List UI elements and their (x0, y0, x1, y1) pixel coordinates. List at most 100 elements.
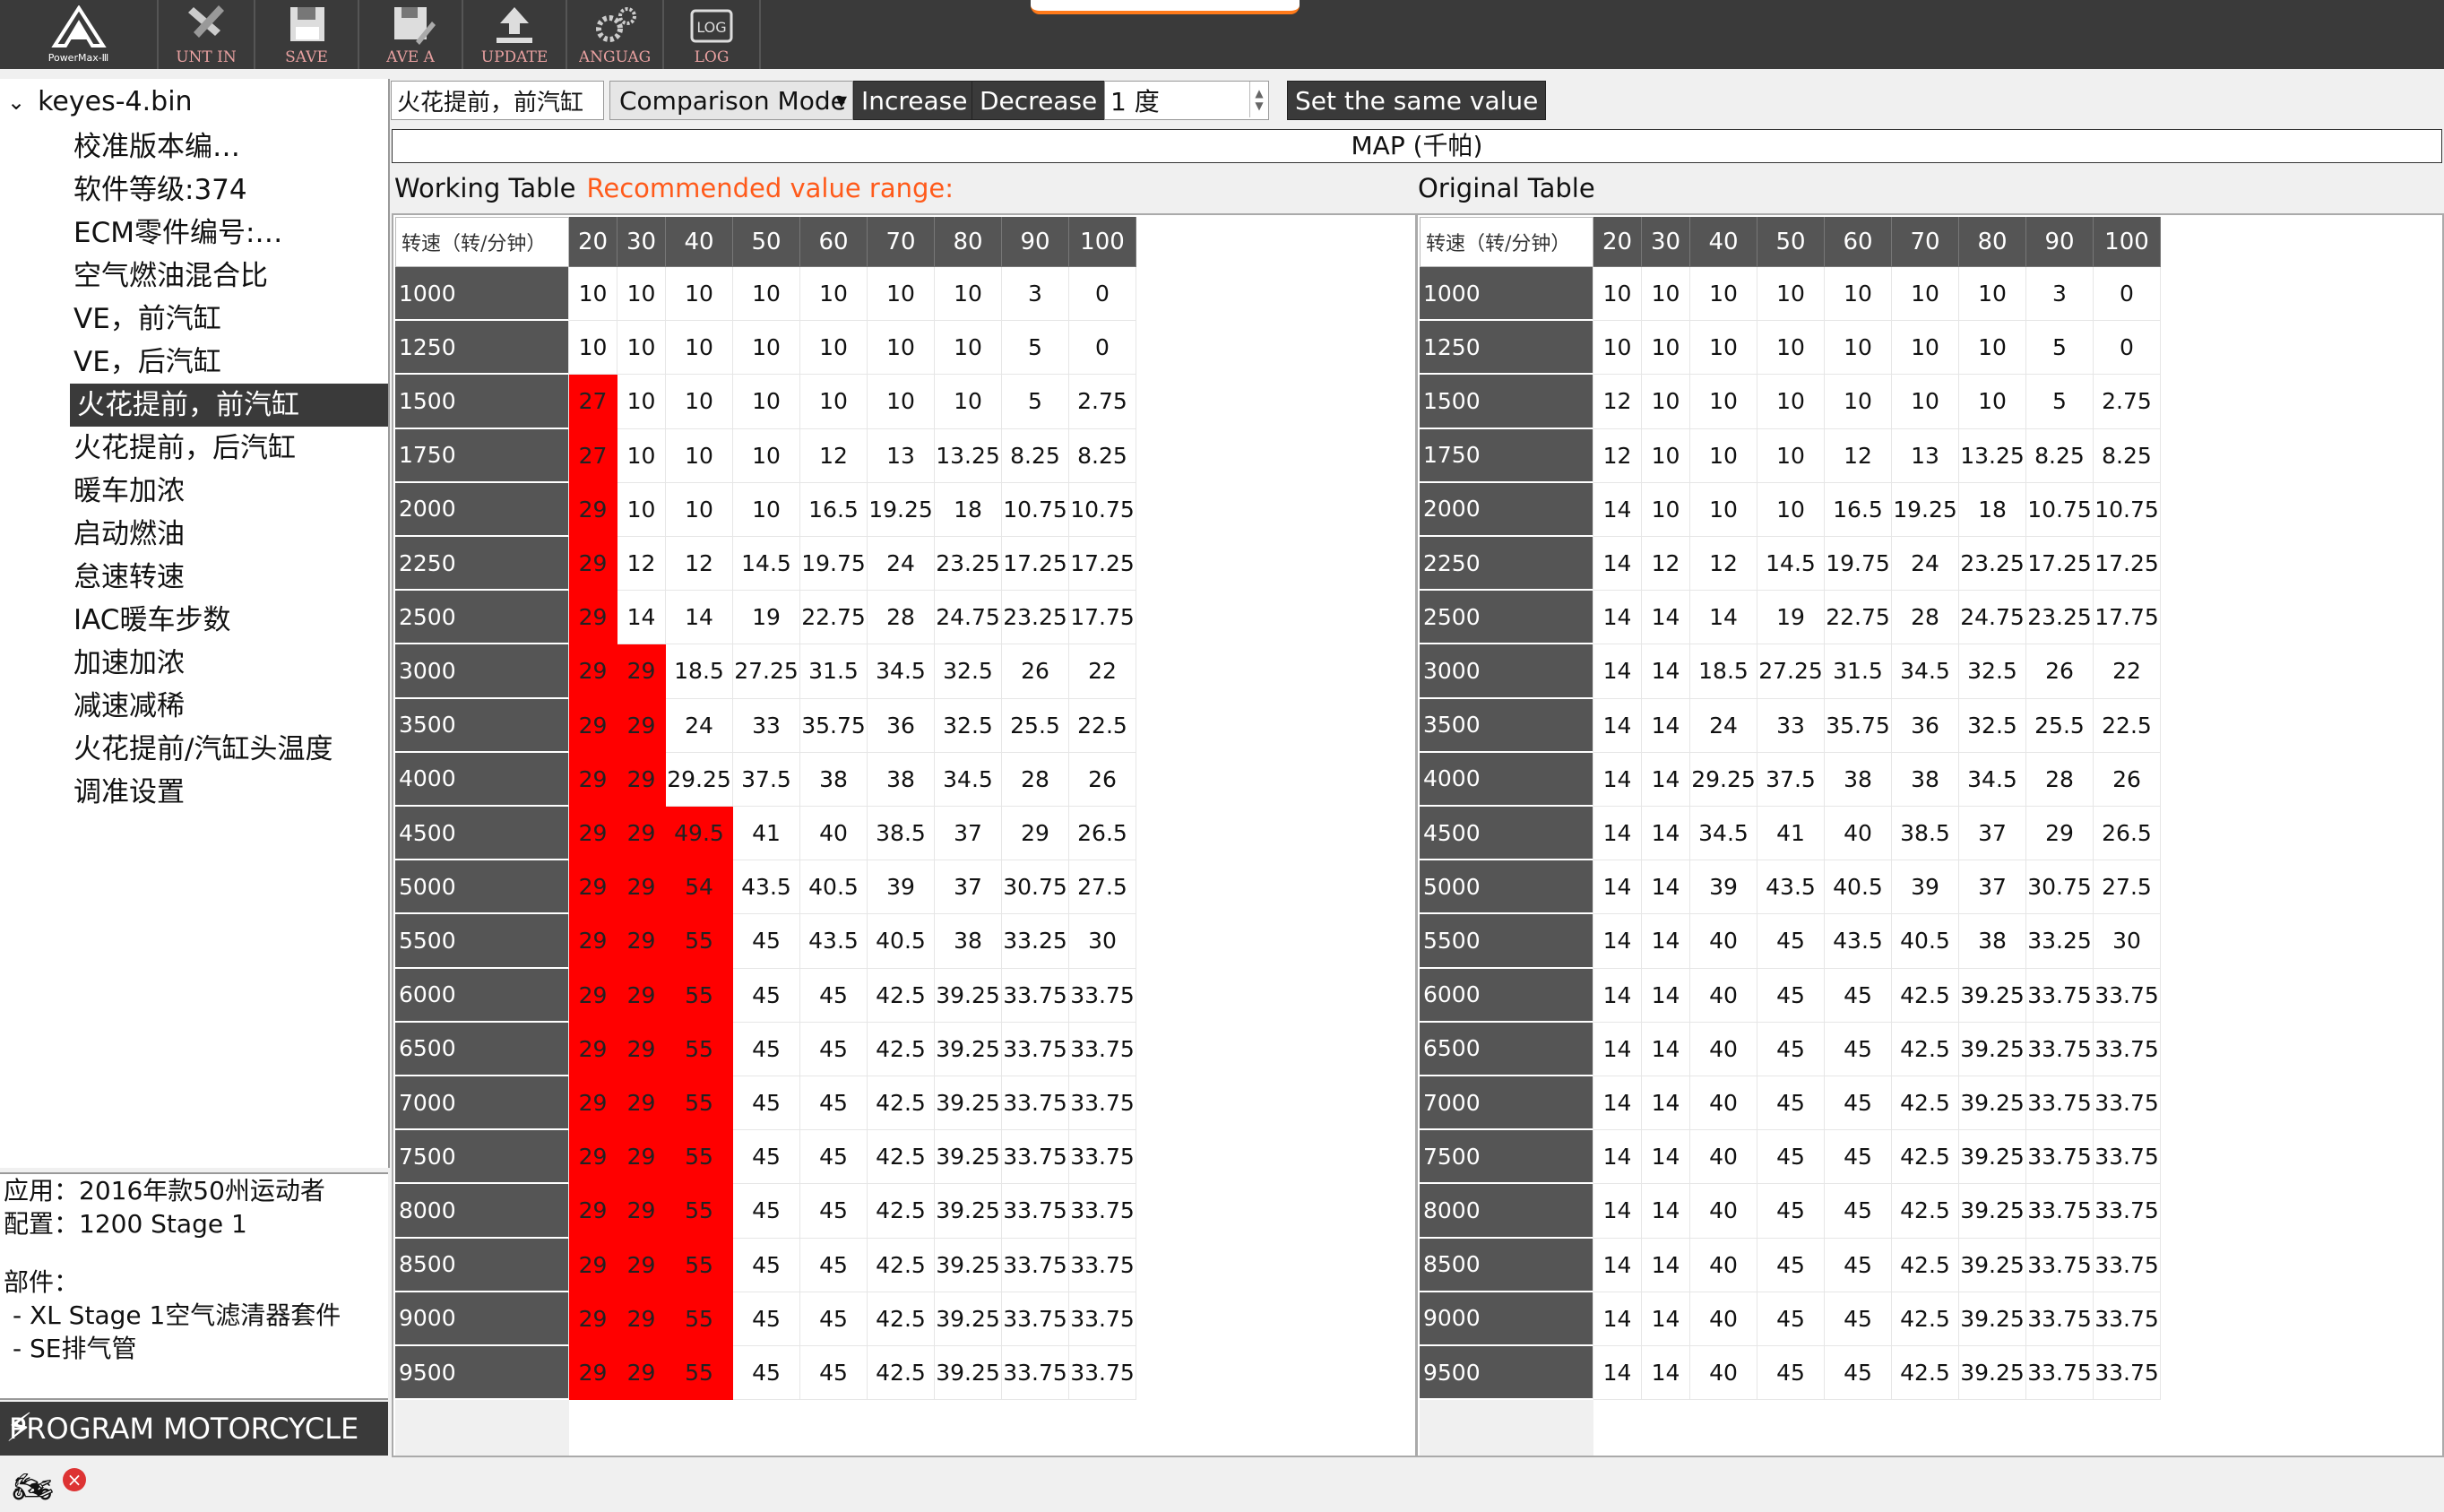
row-header[interactable]: 5000 (395, 860, 569, 915)
table-cell[interactable]: 55 (666, 1292, 733, 1346)
table-cell[interactable]: 42.5 (868, 1022, 935, 1076)
row-header[interactable]: 3500 (1420, 698, 1593, 753)
row-header[interactable]: 1000 (1420, 267, 1593, 322)
table-cell[interactable]: 39.25 (935, 1346, 1002, 1401)
table-cell[interactable]: 40 (1690, 1292, 1757, 1346)
table-cell[interactable]: 32.5 (935, 644, 1002, 699)
sidebar-item[interactable]: 暖车加浓 (70, 470, 388, 513)
spinner-icon[interactable]: ▲ ▼ (1249, 82, 1268, 117)
table-cell[interactable]: 26 (1002, 644, 1069, 699)
table-cell[interactable]: 40.5 (868, 914, 935, 969)
table-cell[interactable]: 8.25 (1002, 428, 1069, 483)
row-header[interactable]: 2000 (1420, 482, 1593, 537)
table-cell[interactable]: 37 (935, 860, 1002, 915)
row-header[interactable]: 9500 (395, 1346, 569, 1401)
sidebar-item[interactable]: 火花提前/汽缸头温度 (70, 728, 388, 771)
table-cell[interactable]: 12 (1593, 428, 1642, 483)
sidebar-item[interactable]: IAC暖车步数 (70, 599, 388, 642)
table-cell[interactable]: 35.75 (800, 698, 868, 753)
table-cell[interactable]: 14 (1642, 644, 1690, 699)
table-cell[interactable]: 33.75 (1069, 968, 1136, 1023)
table-cell[interactable]: 10 (1690, 321, 1757, 376)
table-cell[interactable]: 42.5 (1892, 1022, 1959, 1076)
table-cell[interactable]: 29 (569, 807, 617, 861)
table-cell[interactable]: 45 (800, 1130, 868, 1185)
table-cell[interactable]: 0 (1069, 321, 1136, 376)
table-cell[interactable]: 17.25 (1069, 537, 1136, 592)
table-cell[interactable]: 10 (1757, 321, 1825, 376)
table-cell[interactable]: 33.75 (2026, 1076, 2094, 1131)
table-cell[interactable]: 12 (1593, 375, 1642, 429)
column-header[interactable]: 30 (1642, 217, 1690, 267)
table-cell[interactable]: 36 (868, 698, 935, 753)
program-motorcycle-button[interactable]: ⚡ PROGRAM MOTORCYCLE (0, 1402, 388, 1456)
column-header[interactable]: 50 (733, 217, 800, 267)
table-cell[interactable]: 27.5 (2094, 860, 2161, 915)
table-cell[interactable]: 40 (1690, 1184, 1757, 1239)
table-cell[interactable]: 41 (1757, 807, 1825, 861)
table-cell[interactable]: 33 (733, 698, 800, 753)
table-cell[interactable]: 31.5 (1825, 644, 1892, 699)
table-cell[interactable]: 10 (935, 267, 1002, 322)
table-cell[interactable]: 14.5 (733, 537, 800, 592)
table-cell[interactable]: 30 (2094, 914, 2161, 969)
table-cell[interactable]: 14 (1593, 1346, 1642, 1401)
row-header[interactable]: 6500 (395, 1022, 569, 1076)
table-cell[interactable]: 10.75 (2026, 482, 2094, 537)
table-cell[interactable]: 26 (2094, 752, 2161, 807)
table-cell[interactable]: 33.75 (1002, 1076, 1069, 1131)
table-cell[interactable]: 30.75 (2026, 860, 2094, 915)
table-cell[interactable]: 29 (569, 1076, 617, 1131)
table-cell[interactable]: 8.25 (2094, 428, 2161, 483)
table-cell[interactable]: 30 (1069, 914, 1136, 969)
table-cell[interactable]: 38.5 (868, 807, 935, 861)
table-cell[interactable]: 18.5 (666, 644, 733, 699)
row-header[interactable]: 2500 (1420, 591, 1593, 645)
table-cell[interactable]: 29 (617, 644, 666, 699)
row-header[interactable]: 7500 (395, 1130, 569, 1185)
table-cell[interactable]: 14 (1642, 1076, 1690, 1131)
table-cell[interactable]: 34.5 (1959, 752, 2026, 807)
table-cell[interactable]: 45 (800, 1346, 868, 1401)
table-cell[interactable]: 10 (1593, 267, 1642, 322)
row-header[interactable]: 1750 (1420, 428, 1593, 483)
table-cell[interactable]: 10 (1825, 267, 1892, 322)
table-cell[interactable]: 29 (569, 698, 617, 753)
table-cell[interactable]: 45 (733, 1076, 800, 1131)
save-as-button[interactable]: AVE A (359, 0, 463, 69)
table-cell[interactable]: 2.75 (2094, 375, 2161, 429)
table-cell[interactable]: 45 (1757, 1292, 1825, 1346)
table-cell[interactable]: 45 (733, 968, 800, 1023)
table-cell[interactable]: 29 (569, 537, 617, 592)
table-cell[interactable]: 33.75 (2094, 1022, 2161, 1076)
sidebar-item[interactable]: 校准版本编… (70, 125, 388, 168)
table-cell[interactable]: 42.5 (1892, 1238, 1959, 1292)
table-cell[interactable]: 14 (1642, 591, 1690, 645)
table-cell[interactable]: 14 (1593, 1076, 1642, 1131)
table-cell[interactable]: 10 (733, 482, 800, 537)
table-cell[interactable]: 40 (800, 807, 868, 861)
table-cell[interactable]: 14 (1642, 914, 1690, 969)
sidebar-item[interactable]: 软件等级:374 (70, 168, 388, 212)
table-cell[interactable]: 29 (569, 1130, 617, 1185)
table-cell[interactable]: 17.75 (2094, 591, 2161, 645)
table-cell[interactable]: 18 (1959, 482, 2026, 537)
table-cell[interactable]: 38 (800, 752, 868, 807)
table-cell[interactable]: 45 (1757, 1184, 1825, 1239)
table-cell[interactable]: 29 (617, 914, 666, 969)
table-cell[interactable]: 10 (666, 428, 733, 483)
table-cell[interactable]: 17.75 (1069, 591, 1136, 645)
table-cell[interactable]: 10 (800, 321, 868, 376)
table-cell[interactable]: 14 (1642, 860, 1690, 915)
sidebar-item[interactable]: 减速减稀 (70, 685, 388, 728)
table-cell[interactable]: 10 (800, 267, 868, 322)
table-cell[interactable]: 14 (1642, 752, 1690, 807)
step-input[interactable]: 1 度 ▲ ▼ (1104, 81, 1269, 120)
table-cell[interactable]: 12 (1690, 537, 1757, 592)
table-cell[interactable]: 14 (1593, 1238, 1642, 1292)
table-cell[interactable]: 45 (1825, 1076, 1892, 1131)
table-cell[interactable]: 10 (935, 321, 1002, 376)
language-button[interactable]: ANGUAG (567, 0, 664, 69)
table-cell[interactable]: 33.75 (1002, 1346, 1069, 1401)
row-header[interactable]: 4000 (1420, 752, 1593, 807)
